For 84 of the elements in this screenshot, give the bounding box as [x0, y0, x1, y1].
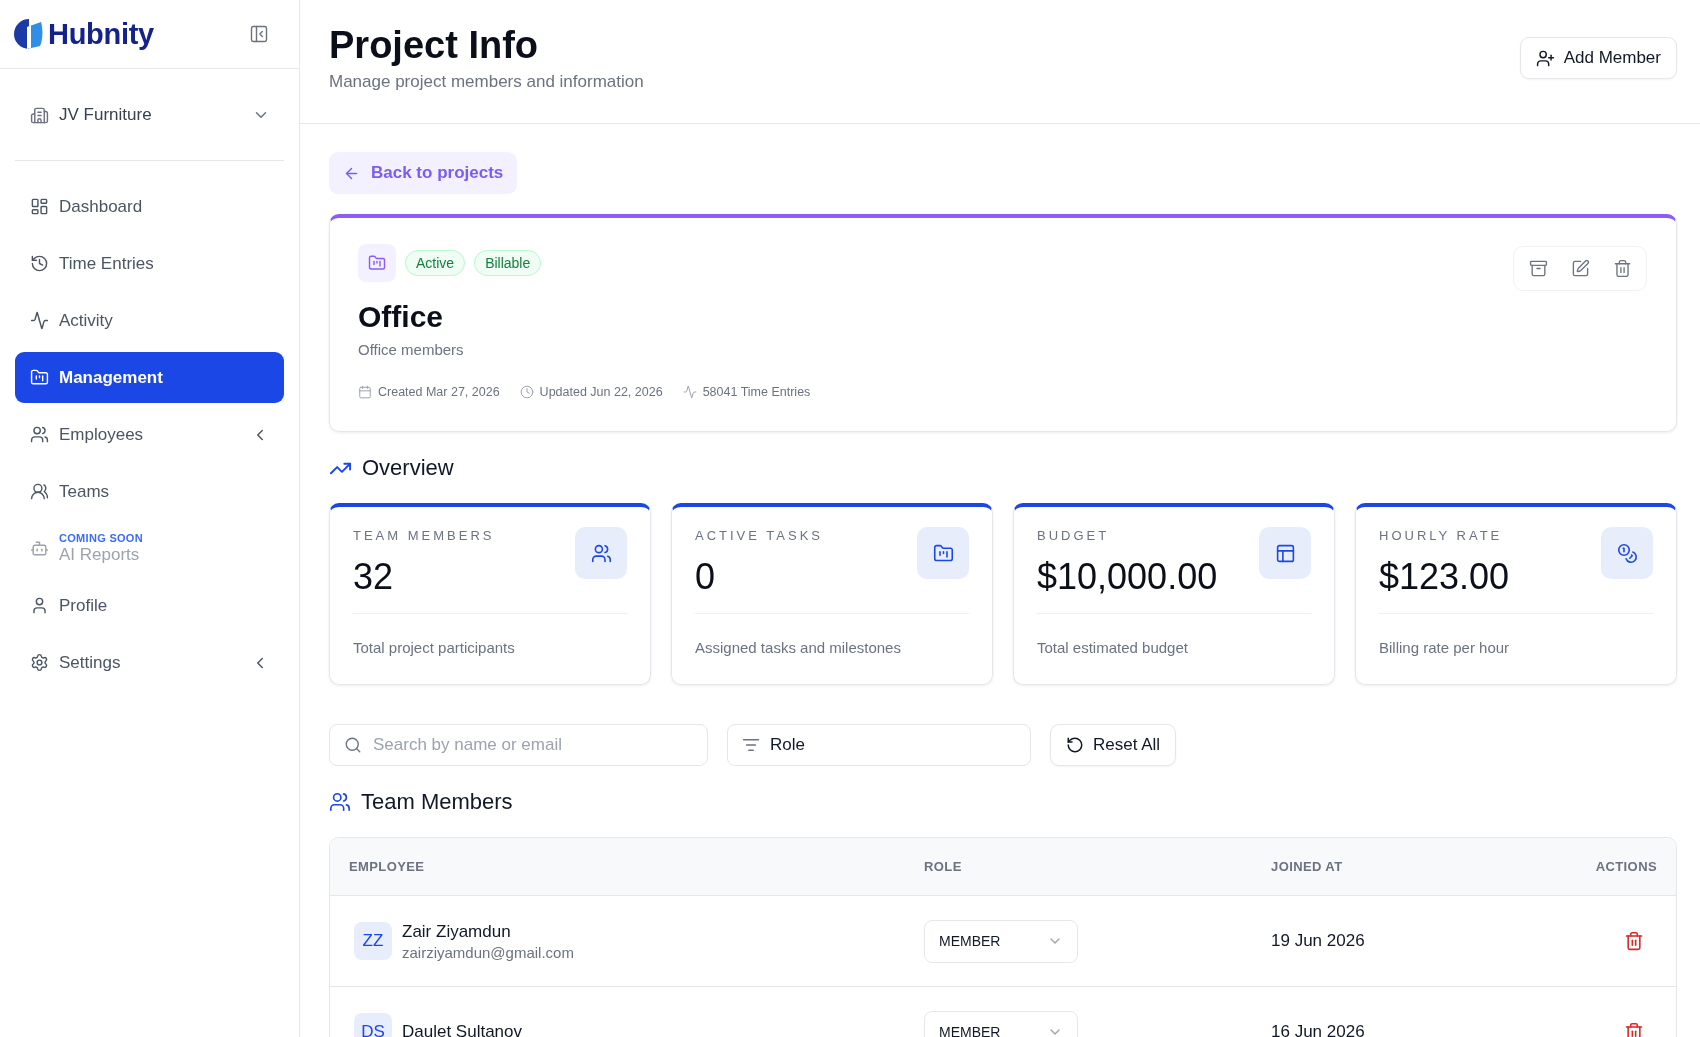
joined-date: 19 Jun 2026 [1271, 931, 1365, 951]
stat-value: $10,000.00 [1037, 555, 1218, 599]
stat-value: 0 [695, 555, 716, 599]
project-description: Office members [358, 340, 464, 360]
panel-collapse-icon [249, 24, 269, 44]
sidebar-item[interactable]: Settings [15, 637, 284, 688]
stat-value: 32 [353, 555, 394, 599]
stat-label: HOURLY RATE [1379, 527, 1503, 545]
stat-label: BUDGET [1037, 527, 1110, 545]
folder-icon [358, 244, 396, 282]
reset-button[interactable]: Reset All [1050, 724, 1177, 766]
stat-label: ACTIVE TASKS [695, 527, 823, 545]
user-icon [30, 596, 49, 615]
trash-icon [1624, 931, 1644, 951]
clock-icon [519, 385, 534, 399]
stat-caption: Total project participants [353, 638, 515, 658]
filter-icon [742, 736, 760, 754]
pulse-icon [682, 385, 697, 399]
stat-value: $123.00 [1379, 555, 1510, 599]
project-title: Office [358, 299, 444, 335]
employee-name: Zair Ziyamdun [402, 920, 511, 943]
archive-box-icon [1528, 259, 1548, 278]
project-tag: Active [405, 250, 466, 276]
sidebar-toggle-button[interactable] [249, 24, 269, 44]
grid-icon [30, 197, 49, 216]
trash-icon [1612, 259, 1632, 278]
time-entries-count: 58041 Time Entries [702, 384, 811, 401]
joined-date: 16 Jun 2026 [1271, 1022, 1365, 1037]
pencil-icon [1570, 259, 1590, 278]
updated-date: Updated Jun 22, 2026 [539, 384, 663, 401]
trash-icon [1624, 1022, 1644, 1037]
role-select[interactable]: MEMBER [924, 919, 1078, 963]
folder-icon [30, 368, 49, 387]
users-icon [30, 482, 49, 501]
coming-soon-label: COMING SOON [59, 532, 143, 545]
created-date: Created Mar 27, 2026 [378, 384, 500, 401]
project-tag: Billable [474, 250, 542, 276]
avatar-initials: DS [354, 1013, 392, 1037]
column-header: EMPLOYEE [349, 859, 425, 874]
stat-caption: Assigned tasks and milestones [695, 638, 901, 658]
sidebar-item[interactable]: Activity [15, 295, 284, 346]
avatar-initials: ZZ [354, 922, 392, 960]
sidebar-item[interactable]: Profile [15, 580, 284, 631]
user-plus-icon [1535, 48, 1555, 68]
sidebar-item[interactable]: Employees [15, 409, 284, 460]
users-icon [30, 425, 49, 444]
role-filter[interactable]: Role [727, 724, 1031, 766]
search-icon [344, 736, 362, 754]
role-select[interactable]: MEMBER [924, 1010, 1078, 1037]
history-icon [30, 254, 49, 273]
sidebar-item[interactable]: Management [15, 352, 284, 403]
section-title: Overview [362, 455, 454, 481]
section-title: Team Members [361, 789, 513, 815]
page-title: Project Info [329, 23, 540, 68]
sidebar-item[interactable]: Dashboard [15, 181, 284, 232]
settings-icon [30, 653, 49, 672]
sidebar-item[interactable]: COMING SOON AI Reports [15, 523, 284, 574]
employee-name: Daulet Sultanov [402, 1021, 523, 1037]
workspace-select[interactable]: JV Furniture [15, 92, 285, 138]
page-subtitle: Manage project members and information [329, 71, 644, 93]
stat-caption: Billing rate per hour [1379, 638, 1510, 658]
users-icon [575, 527, 627, 579]
column-header: ACTIONS [1595, 859, 1657, 874]
employee-email: zairziyamdun@gmail.com [402, 942, 574, 962]
layout-icon [1259, 527, 1311, 579]
back-button[interactable]: Back to projects [329, 152, 518, 194]
logo-text: Hubnity [48, 17, 154, 51]
stat-caption: Total estimated budget [1037, 638, 1188, 658]
sidebar-item[interactable]: Time Entries [15, 238, 284, 289]
logo-icon [14, 18, 44, 50]
building-icon [30, 105, 49, 125]
robot-icon [30, 539, 49, 558]
rotate-icon [1066, 736, 1084, 754]
calendar-icon [358, 385, 372, 399]
column-header: JOINED AT [1271, 859, 1343, 874]
sidebar-item[interactable]: Teams [15, 466, 284, 517]
column-header: ROLE [924, 859, 962, 874]
stat-label: TEAM MEMBERS [353, 527, 495, 545]
coins-icon [1601, 527, 1653, 579]
search-field[interactable]: Search by name or email [329, 724, 708, 766]
add-member-button[interactable]: Add Member [1519, 37, 1677, 79]
folder-icon [917, 527, 969, 579]
users-icon [329, 791, 351, 813]
pulse-icon [30, 311, 49, 330]
